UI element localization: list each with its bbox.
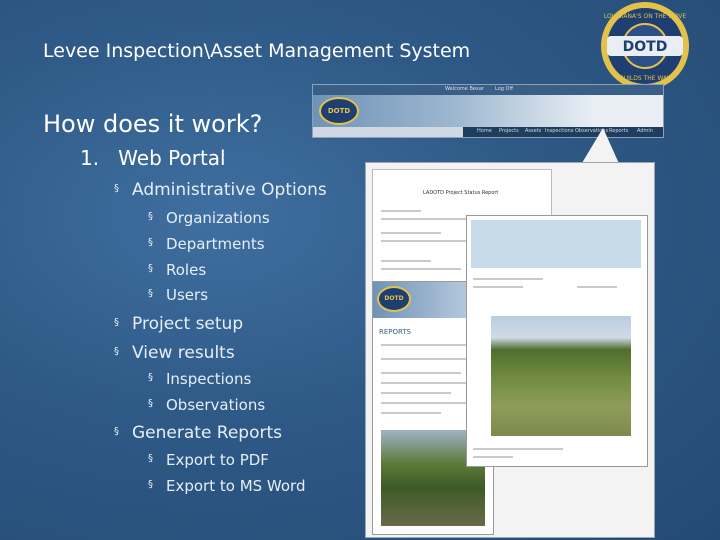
bullet-organizations: § Organizations bbox=[148, 209, 270, 227]
portal-nav: Home Projects Assets Inspections Observa… bbox=[463, 127, 663, 137]
portal-top-bar: Welcome Bexar Log Off bbox=[313, 85, 663, 95]
bullet-icon: § bbox=[148, 398, 153, 409]
bullet-icon: § bbox=[114, 182, 119, 194]
logo-top-text: LOUISIANA'S ON THE MOVE bbox=[604, 13, 687, 20]
bullet-departments: § Departments bbox=[148, 235, 265, 253]
bullet-label: Departments bbox=[166, 235, 265, 253]
logo-center-text: DOTD bbox=[623, 39, 668, 55]
bullet-observations: § Observations bbox=[148, 396, 265, 414]
bullet-inspections: § Inspections bbox=[148, 370, 251, 388]
bullet-icon: § bbox=[148, 237, 153, 248]
portal-nav-projects: Projects bbox=[499, 128, 519, 134]
observation-report-doc bbox=[466, 215, 648, 467]
bullet-icon: § bbox=[148, 372, 153, 383]
bullet-label: Administrative Options bbox=[132, 180, 327, 200]
portal-nav-assets: Assets bbox=[525, 128, 542, 134]
portal-welcome-text: Welcome Bexar bbox=[445, 86, 484, 92]
portal-nav-home: Home bbox=[477, 128, 492, 134]
level1-number: 1. bbox=[80, 146, 100, 170]
slide-title: Levee Inspection\Asset Management System bbox=[43, 40, 471, 62]
level1-label: Web Portal bbox=[118, 146, 226, 170]
bullet-label: Users bbox=[166, 286, 209, 304]
bullet-export-pdf: § Export to PDF bbox=[148, 451, 269, 469]
bullet-label: Observations bbox=[166, 396, 266, 414]
bullet-icon: § bbox=[114, 345, 119, 357]
bullet-icon: § bbox=[114, 316, 119, 328]
bullet-icon: § bbox=[114, 425, 119, 437]
bullet-roles: § Roles bbox=[148, 261, 206, 279]
bullet-view-results: § View results bbox=[114, 343, 235, 363]
portal-logoff-link: Log Off bbox=[495, 86, 513, 92]
bullet-label: Inspections bbox=[166, 370, 252, 388]
bullet-icon: § bbox=[148, 263, 153, 274]
bullet-users: § Users bbox=[148, 286, 208, 304]
bullet-label: Project setup bbox=[132, 314, 244, 334]
bullet-admin-options: § Administrative Options bbox=[114, 180, 327, 200]
bullet-icon: § bbox=[148, 288, 153, 299]
bullet-label: Generate Reports bbox=[132, 423, 283, 443]
observation-report-header bbox=[471, 220, 641, 268]
portal-logo-icon: DOTD bbox=[319, 97, 359, 125]
portal-banner bbox=[313, 95, 663, 127]
slide: Levee Inspection\Asset Management System… bbox=[0, 0, 720, 540]
bullet-icon: § bbox=[148, 211, 153, 222]
bullet-export-word: § Export to MS Word bbox=[148, 477, 305, 495]
reports-page-title: REPORTS bbox=[379, 328, 412, 336]
slide-heading: How does it work? bbox=[43, 110, 263, 138]
bullet-icon: § bbox=[148, 453, 153, 464]
bullet-label: Organizations bbox=[166, 209, 270, 227]
bullet-label: Export to PDF bbox=[166, 451, 269, 469]
reports-screenshot: LADOTD Project Status Report DOTD REPORT… bbox=[365, 162, 655, 538]
logo-bottom-text: BUILDS THE WAY bbox=[620, 75, 671, 82]
bullet-label: View results bbox=[132, 343, 235, 363]
bullet-label: Export to MS Word bbox=[166, 477, 306, 495]
dotd-logo-icon: DOTD LOUISIANA'S ON THE MOVE BUILDS THE … bbox=[601, 2, 689, 90]
level1-item: 1. Web Portal bbox=[80, 146, 226, 170]
reports-page-logo-icon: DOTD bbox=[377, 286, 411, 312]
bullet-label: Roles bbox=[166, 261, 207, 279]
status-report-title: LADOTD Project Status Report bbox=[423, 190, 499, 196]
bullet-project-setup: § Project setup bbox=[114, 314, 243, 334]
bullet-icon: § bbox=[148, 479, 153, 490]
bullet-generate-reports: § Generate Reports bbox=[114, 423, 282, 443]
portal-nav-admin: Admin bbox=[637, 128, 653, 134]
levee-photo-1 bbox=[491, 316, 631, 436]
